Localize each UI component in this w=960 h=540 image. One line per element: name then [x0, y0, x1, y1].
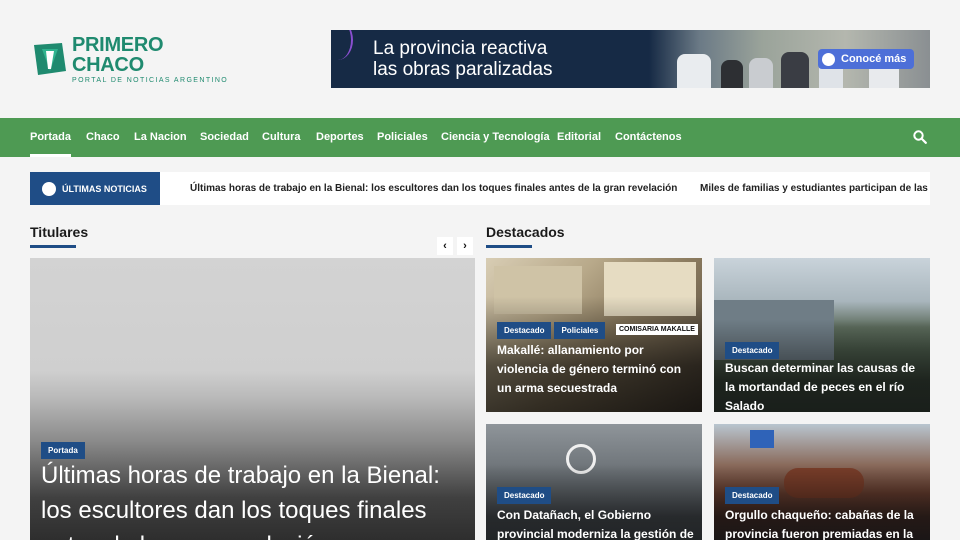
banner-cta-label: Conocé más — [841, 53, 907, 65]
image-caption: COMISARIA MAKALLE — [616, 324, 698, 335]
nav-item-editorial[interactable]: Editorial — [557, 118, 601, 157]
hero-badges: Portada — [41, 440, 88, 459]
site-header: PRIMERO CHACO PORTAL DE NOTICIAS ARGENTI… — [0, 0, 960, 118]
featured-card[interactable]: Destacado Buscan determinar las causas d… — [714, 258, 930, 412]
ticker-item[interactable]: Últimas horas de trabajo en la Bienal: l… — [190, 172, 677, 205]
card-badges: Destacado — [725, 485, 782, 504]
card-title[interactable]: Buscan determinar las causas de la morta… — [725, 359, 923, 412]
category-badge[interactable]: Destacado — [725, 487, 780, 504]
nav-item-portada[interactable]: Portada — [30, 118, 71, 157]
nav-item-chaco[interactable]: Chaco — [86, 118, 120, 157]
category-badge[interactable]: Portada — [41, 442, 85, 459]
category-badge[interactable]: Destacado — [725, 342, 780, 359]
card-badges: Destacado — [725, 340, 782, 359]
live-dot-icon — [42, 181, 56, 196]
chevron-right-icon[interactable]: › — [457, 237, 473, 255]
section-underline — [30, 245, 76, 248]
nav-item-deportes[interactable]: Deportes — [316, 118, 364, 157]
banner-cta-button[interactable]: Conocé más — [818, 49, 915, 69]
site-logo[interactable]: PRIMERO CHACO PORTAL DE NOTICIAS ARGENTI… — [32, 35, 237, 84]
category-badge[interactable]: Destacado — [497, 322, 552, 339]
section-underline — [486, 245, 532, 248]
card-title[interactable]: Makallé: allanamiento por violencia de g… — [497, 341, 695, 398]
banner-arc-decoration — [331, 30, 353, 60]
nav-item-sociedad[interactable]: Sociedad — [200, 118, 249, 157]
compass-icon — [822, 52, 835, 66]
search-icon[interactable] — [913, 130, 927, 144]
hero-title[interactable]: Últimas horas de trabajo en la Bienal: l… — [41, 458, 469, 540]
site-tagline: PORTAL DE NOTICIAS ARGENTINO — [72, 76, 229, 84]
category-badge[interactable]: Policiales — [554, 322, 606, 339]
chevron-left-icon[interactable]: ‹ — [437, 237, 453, 255]
main-nav: Portada Chaco La Nacion Sociedad Cultura… — [0, 118, 960, 157]
card-badges: Destacado — [497, 485, 554, 504]
banner-text: La provincia reactiva las obras paraliza… — [373, 38, 553, 80]
banner-line-1: La provincia reactiva — [373, 38, 548, 59]
ticker-item[interactable]: Miles de familias y estudiantes particip… — [700, 172, 930, 205]
card-badges: Destacado Policiales — [497, 320, 608, 339]
category-badge[interactable]: Destacado — [497, 487, 552, 504]
slider-controls: ‹ › — [437, 237, 473, 255]
featured-card[interactable]: Destacado Con Datañach, el Gobierno prov… — [486, 424, 702, 540]
banner-line-2: las obras paralizadas — [373, 59, 553, 80]
hero-article[interactable]: Portada Últimas horas de trabajo en la B… — [30, 258, 475, 540]
site-name: PRIMERO CHACO — [72, 33, 164, 76]
section-title-titulares: Titulares — [30, 224, 89, 240]
nav-item-contactenos[interactable]: Contáctenos — [615, 118, 682, 157]
nav-item-policiales[interactable]: Policiales — [377, 118, 428, 157]
card-title[interactable]: Con Datañach, el Gobierno provincial mod… — [497, 506, 695, 540]
logo-mark-icon — [32, 41, 68, 77]
card-title[interactable]: Orgullo chaqueño: cabañas de la provinci… — [725, 506, 923, 540]
nav-item-ciencia-tecnologia[interactable]: Ciencia y Tecnología — [441, 118, 550, 157]
featured-card[interactable]: Destacado Orgullo chaqueño: cabañas de l… — [714, 424, 930, 540]
ticker-label: ÚLTIMAS NOTICIAS — [30, 172, 160, 205]
section-title-destacados: Destacados — [486, 224, 565, 240]
nav-item-la-nacion[interactable]: La Nacion — [134, 118, 187, 157]
ticker-label-text: ÚLTIMAS NOTICIAS — [62, 183, 147, 194]
featured-card[interactable]: COMISARIA MAKALLE Destacado Policiales Ma… — [486, 258, 702, 412]
news-ticker: ÚLTIMAS NOTICIAS Últimas horas de trabaj… — [30, 172, 930, 205]
nav-item-cultura[interactable]: Cultura — [262, 118, 301, 157]
